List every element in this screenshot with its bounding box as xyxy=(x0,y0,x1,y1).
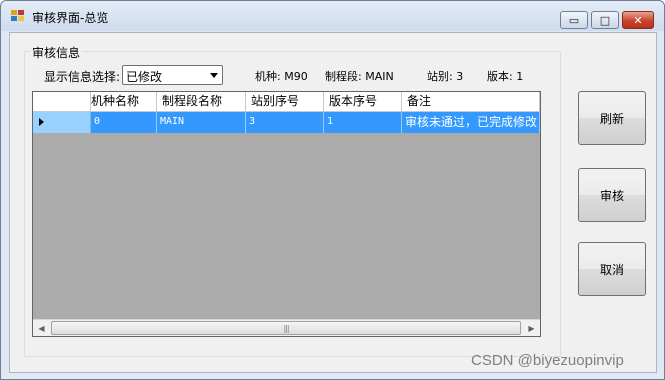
watermark: CSDN @biyezuopinvip xyxy=(471,352,624,369)
filter-select[interactable]: 已修改 xyxy=(122,65,223,85)
scroll-right-icon[interactable]: ▶ xyxy=(523,320,540,336)
table-cell[interactable]: 0 xyxy=(91,112,157,133)
table-cell[interactable]: 1 xyxy=(324,112,402,133)
close-icon: ✕ xyxy=(633,13,643,27)
minimize-icon: ▭ xyxy=(568,13,580,27)
column-header[interactable]: 站别序号 xyxy=(246,92,324,112)
filter-select-value: 已修改 xyxy=(126,70,163,84)
grip-icon: ||| xyxy=(283,323,289,333)
table-cell[interactable]: 3 xyxy=(246,112,324,133)
review-button[interactable]: 审核 xyxy=(578,168,646,222)
main-window: 审核界面-总览 ▭ □ ✕ 审核信息 显示信息选择: 已修改 机种: M90 制… xyxy=(0,0,665,380)
version-info: 版本: 1 xyxy=(487,70,524,83)
table-cell[interactable]: 审核未通过，已完成修改 xyxy=(402,112,540,133)
process-info: 制程段: MAIN xyxy=(325,70,394,83)
model-info: 机种: M90 xyxy=(255,70,308,83)
app-icon xyxy=(11,10,25,22)
current-row-icon xyxy=(39,118,44,126)
client-area: 审核信息 显示信息选择: 已修改 机种: M90 制程段: MAIN 站别: 3… xyxy=(9,32,657,373)
column-header[interactable]: 机种名称 xyxy=(91,92,157,112)
cancel-button[interactable]: 取消 xyxy=(578,242,646,296)
chevron-down-icon xyxy=(210,73,218,78)
grid-header: 机种名称 制程段名称 站别序号 版本序号 备注 xyxy=(33,92,540,112)
minimize-button[interactable]: ▭ xyxy=(560,11,588,29)
column-header[interactable]: 备注 xyxy=(402,92,540,112)
column-header[interactable]: 版本序号 xyxy=(324,92,402,112)
refresh-button[interactable]: 刷新 xyxy=(578,91,646,145)
station-info: 站别: 3 xyxy=(427,70,464,83)
maximize-button[interactable]: □ xyxy=(591,11,619,29)
horizontal-scrollbar[interactable]: ◀ ||| ▶ xyxy=(33,319,540,336)
title-bar[interactable]: 审核界面-总览 ▭ □ ✕ xyxy=(1,1,664,31)
column-header[interactable]: 制程段名称 xyxy=(157,92,246,112)
maximize-icon: □ xyxy=(599,13,611,27)
window-title: 审核界面-总览 xyxy=(32,11,109,25)
filter-label: 显示信息选择: xyxy=(44,70,121,84)
group-title: 审核信息 xyxy=(30,44,83,61)
scroll-thumb[interactable]: ||| xyxy=(51,321,521,335)
row-header[interactable] xyxy=(33,112,91,133)
close-button[interactable]: ✕ xyxy=(622,11,654,29)
row-header-corner xyxy=(33,92,91,112)
data-grid[interactable]: 机种名称 制程段名称 站别序号 版本序号 备注 0 MAIN 3 1 审核未通过… xyxy=(32,91,541,337)
scroll-left-icon[interactable]: ◀ xyxy=(33,320,50,336)
table-cell[interactable]: MAIN xyxy=(157,112,246,133)
review-info-group: 审核信息 显示信息选择: 已修改 机种: M90 制程段: MAIN 站别: 3… xyxy=(24,44,561,357)
table-row[interactable]: 0 MAIN 3 1 审核未通过，已完成修改 xyxy=(33,112,540,133)
